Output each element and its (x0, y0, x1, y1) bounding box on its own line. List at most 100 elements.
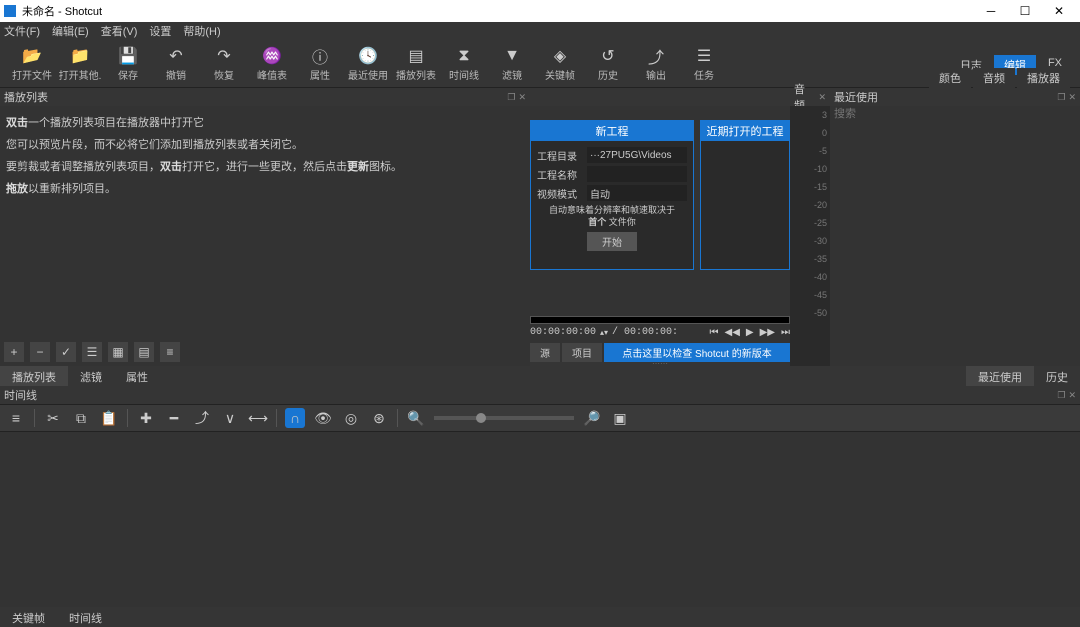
folder-open-button[interactable]: 📂打开文件 (8, 46, 56, 82)
redo-button[interactable]: ↷恢复 (200, 46, 248, 82)
playlist-title: 播放列表 (4, 89, 48, 105)
remove-button[interactable]: − (30, 342, 50, 362)
subtab-filters[interactable]: 滤镜 (68, 366, 114, 386)
peak-meter-icon: ♒ (262, 46, 282, 66)
tile-view-button[interactable]: ▦ (108, 342, 128, 362)
close-panel-icon[interactable]: ✕ (1068, 390, 1076, 401)
audio-tick: -5 (790, 146, 827, 164)
tab-player[interactable]: 播放器 (1017, 68, 1070, 88)
scrub-bar[interactable] (530, 316, 790, 324)
subtab-history[interactable]: 历史 (1034, 366, 1080, 386)
open-other-icon: 📁 (70, 46, 90, 66)
save-button[interactable]: 💾保存 (104, 46, 152, 82)
menu-settings[interactable]: 设置 (149, 23, 171, 39)
transport-controls: 00:00:00:00 ▴▾ / 00:00:00: ⏮ ◀◀ ▶ ▶▶ ⏭ (530, 324, 790, 341)
add-button[interactable]: + (4, 342, 24, 362)
tab-color[interactable]: 颜色 (929, 68, 971, 88)
subtab-properties[interactable]: 属性 (114, 366, 160, 386)
history-icon: ↺ (598, 46, 618, 66)
audio-panel-header: 音频... ✕ (790, 88, 830, 106)
timeline-area[interactable] (0, 432, 1080, 607)
btm-tab-timeline[interactable]: 时间线 (57, 607, 114, 627)
menu-icon[interactable]: ≡ (6, 408, 26, 428)
undock-icon[interactable]: ❐ (1057, 390, 1065, 401)
close-panel-icon[interactable]: ✕ (1068, 92, 1076, 103)
export-button[interactable]: ⤴输出 (632, 46, 680, 82)
recent-title: 最近使用 (834, 89, 878, 105)
cut-icon[interactable]: ✂ (43, 408, 63, 428)
subtab-playlist[interactable]: 播放列表 (0, 366, 68, 386)
undock-icon[interactable]: ❐ (507, 92, 515, 103)
lift-icon[interactable]: ⤴ (192, 408, 212, 428)
ripple-all-icon[interactable]: ⊛ (369, 408, 389, 428)
overwrite-icon[interactable]: ∨ (220, 408, 240, 428)
undo-button[interactable]: ↶撤销 (152, 46, 200, 82)
properties-button[interactable]: ⓘ属性 (296, 46, 344, 82)
audio-tick: -45 (790, 290, 827, 308)
tab-project[interactable]: 项目 (562, 343, 602, 362)
audio-tick: -35 (790, 254, 827, 272)
timeline-title: 时间线 (4, 387, 37, 403)
skip-start-icon[interactable]: ⏮ (710, 327, 719, 338)
skip-end-icon[interactable]: ⏭ (781, 327, 790, 338)
ripple-icon[interactable]: ◎ (341, 408, 361, 428)
menu-edit[interactable]: 编辑(E) (52, 23, 89, 39)
project-name-field[interactable] (587, 166, 687, 182)
history-button[interactable]: ↺历史 (584, 46, 632, 82)
video-mode-select[interactable]: 自动 (587, 185, 687, 201)
update-check-button[interactable]: 点击这里以检查 Shotcut 的新版本 (604, 343, 790, 362)
check-button[interactable]: ✓ (56, 342, 76, 362)
zoom-fit-icon[interactable]: ▣ (610, 408, 630, 428)
audio-tick: -25 (790, 218, 827, 236)
paste-icon[interactable]: 📋 (99, 408, 119, 428)
tab-audio[interactable]: 音频 (973, 68, 1015, 88)
copy-icon[interactable]: ⧉ (71, 408, 91, 428)
tab-source[interactable]: 源 (530, 343, 560, 362)
search-input[interactable] (830, 106, 1080, 122)
maximize-button[interactable]: ☐ (1008, 0, 1042, 22)
recent-button[interactable]: 🕓最近使用 (344, 46, 392, 82)
close-panel-icon[interactable]: ✕ (518, 92, 526, 103)
timeline-button[interactable]: ⧗时间线 (440, 46, 488, 82)
menu-file[interactable]: 文件(F) (4, 23, 40, 39)
subtab-recent[interactable]: 最近使用 (966, 366, 1034, 386)
start-button[interactable]: 开始 (587, 232, 637, 251)
close-button[interactable]: ✕ (1042, 0, 1076, 22)
list-view-button[interactable]: ☰ (82, 342, 102, 362)
zoom-slider[interactable] (434, 416, 574, 420)
remove-icon[interactable]: ━ (164, 408, 184, 428)
snap-icon[interactable]: ∩ (285, 408, 305, 428)
playlist-button[interactable]: ▤播放列表 (392, 46, 440, 82)
playlist-panel-header: 播放列表 ❐✕ (0, 88, 530, 106)
filters-button[interactable]: ▼滤镜 (488, 46, 536, 82)
undock-icon[interactable]: ❐ (1057, 92, 1065, 103)
stepper-icon[interactable]: ▴▾ (600, 328, 608, 337)
btm-tab-keyframes[interactable]: 关键帧 (0, 607, 57, 627)
timecode-current[interactable]: 00:00:00:00 (530, 327, 596, 338)
audio-tick: -30 (790, 236, 827, 254)
split-icon[interactable]: ⟷ (248, 408, 268, 428)
menu-button[interactable]: ≡ (160, 342, 180, 362)
keyframes-button[interactable]: ◈关键帧 (536, 46, 584, 82)
zoom-out-icon[interactable]: 🔍 (406, 408, 426, 428)
append-icon[interactable]: ✚ (136, 408, 156, 428)
menu-help[interactable]: 帮助(H) (183, 23, 220, 39)
fast-forward-icon[interactable]: ▶▶ (760, 327, 775, 338)
project-dir-field[interactable]: ···27PU5G\Videos (587, 147, 687, 163)
play-icon[interactable]: ▶ (746, 327, 754, 338)
rewind-icon[interactable]: ◀◀ (725, 327, 740, 338)
menu-view[interactable]: 查看(V) (101, 23, 138, 39)
recent-panel-header: 最近使用 ❐✕ (830, 88, 1080, 106)
minimize-button[interactable]: ─ (974, 0, 1008, 22)
zoom-in-icon[interactable]: 🔎 (582, 408, 602, 428)
jobs-button[interactable]: ☰任务 (680, 46, 728, 82)
audio-tick: -10 (790, 164, 827, 182)
new-project-title: 新工程 (531, 121, 693, 141)
close-panel-icon[interactable]: ✕ (818, 92, 826, 103)
grid-view-button[interactable]: ▤ (134, 342, 154, 362)
scrub-icon[interactable]: 👁 (313, 408, 333, 428)
audio-tick: -50 (790, 308, 827, 326)
peak-meter-button[interactable]: ♒峰值表 (248, 46, 296, 82)
open-other-button[interactable]: 📁打开其他. (56, 46, 104, 82)
save-icon: 💾 (118, 46, 138, 66)
